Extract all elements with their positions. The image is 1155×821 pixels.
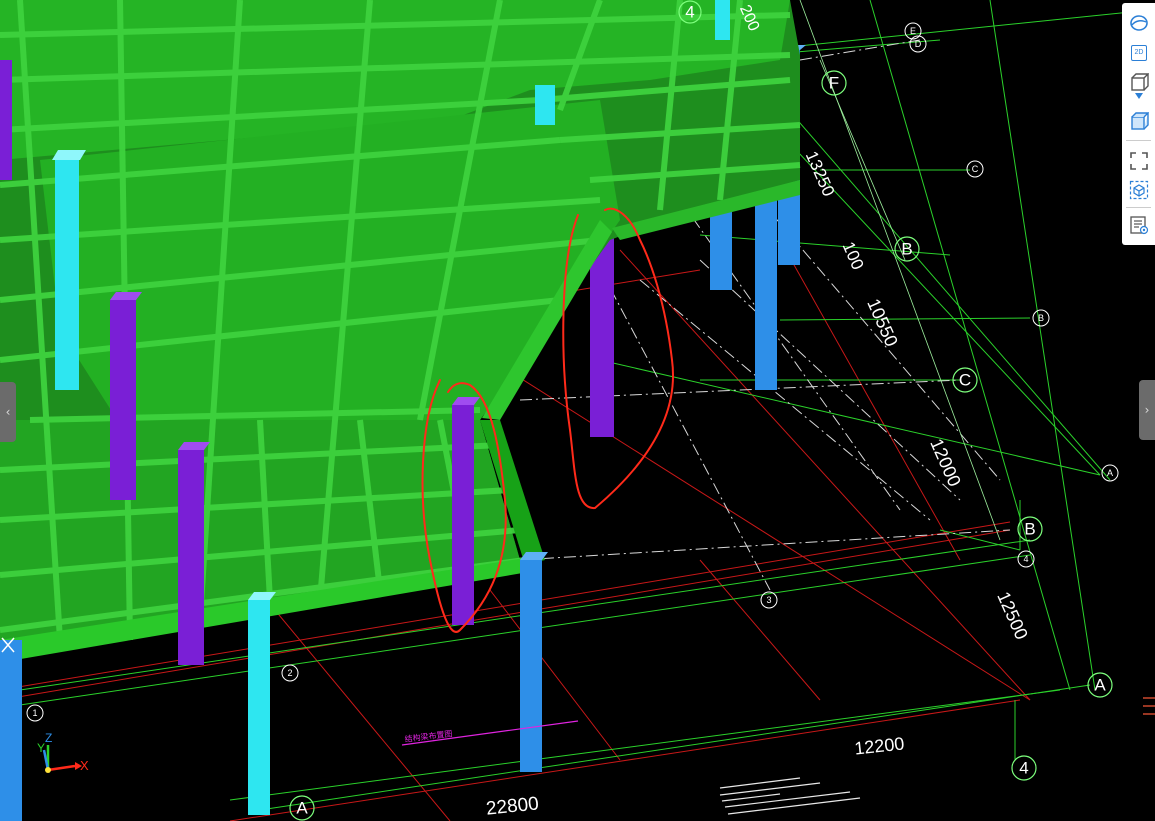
axis-bubble-4-right: 4 (1011, 755, 1037, 781)
axis-bubble-3-small: 3 (760, 591, 778, 609)
dimension-12500: 12500 (993, 589, 1032, 643)
axis-bubble-B-right: B (1017, 516, 1043, 542)
fit-screen-icon (1130, 152, 1148, 170)
right-panel-toggle[interactable]: › (1139, 380, 1155, 440)
dimension-12000: 12000 (926, 436, 965, 490)
cube-view-button[interactable] (1127, 109, 1151, 133)
properties-icon (1130, 216, 1149, 235)
dimension-10550: 10550 (863, 296, 902, 350)
svg-text:4: 4 (1023, 554, 1028, 564)
chevron-right-icon: › (1144, 403, 1150, 417)
svg-text:A: A (1107, 468, 1113, 478)
fit-screen-button[interactable] (1127, 149, 1151, 173)
axis-bubble-A-front: A (289, 795, 315, 821)
axis-triad: X Y Z (37, 731, 89, 773)
svg-text:4: 4 (685, 3, 694, 22)
notes-block (719, 777, 861, 815)
axis-bubble-B-mid: B (894, 236, 920, 262)
svg-text:B: B (901, 240, 912, 259)
svg-text:4: 4 (1019, 759, 1028, 778)
svg-text:B: B (1038, 313, 1044, 323)
magenta-annotation: 结构梁布置图 (401, 720, 579, 746)
axis-bubble-E-small: E (904, 22, 922, 40)
triad-y-label: Y (37, 741, 45, 755)
box-view-icon (1131, 73, 1149, 91)
view-2d-button[interactable]: 2D (1127, 41, 1151, 65)
dimension-12200: 12200 (853, 733, 905, 758)
view-3d-button[interactable] (1127, 11, 1151, 35)
cube-view-icon (1131, 112, 1149, 130)
dimension-22800: 22800 (485, 793, 540, 819)
svg-text:C: C (972, 164, 979, 174)
svg-text:3: 3 (766, 595, 771, 605)
svg-text:F: F (829, 74, 839, 93)
dimension-100: 100 (839, 239, 868, 273)
svg-text:D: D (915, 39, 922, 49)
view-3d-icon (1130, 15, 1148, 31)
left-panel-toggle[interactable]: ‹ (0, 382, 16, 442)
svg-text:A: A (296, 799, 308, 818)
axis-bubble-F-top: F (821, 70, 847, 96)
chevron-down-icon (1135, 93, 1143, 99)
axis-bubble-B-small: B (1032, 309, 1050, 327)
chevron-left-icon: ‹ (5, 405, 11, 419)
triad-z-label: Z (45, 731, 52, 745)
axis-bubble-C-small: C (966, 160, 984, 178)
properties-button[interactable] (1127, 213, 1151, 237)
isolate-button[interactable] (1127, 178, 1151, 202)
svg-text:E: E (910, 26, 916, 36)
view-2d-icon: 2D (1131, 45, 1147, 61)
3d-model-viewport[interactable]: A A B C B F 4 4 1 2 3 4 A B C D E 22800 … (0, 0, 1155, 821)
svg-text:2: 2 (287, 668, 292, 678)
axis-bubble-A-right: A (1087, 672, 1113, 698)
axis-bubble-1-small: 1 (26, 704, 44, 722)
box-view-dropdown[interactable] (1127, 91, 1151, 101)
isolate-icon (1129, 180, 1149, 200)
axis-bubble-D-small: D (909, 35, 927, 53)
svg-text:B: B (1024, 520, 1035, 539)
orange-marker (1143, 697, 1155, 715)
dimension-13250: 13250 (802, 148, 839, 199)
axis-bubble-2-small: 2 (281, 664, 299, 682)
svg-text:C: C (959, 371, 971, 390)
triad-x-label: X (80, 758, 89, 773)
view-toolbar: 2D (1122, 3, 1155, 245)
svg-text:A: A (1094, 676, 1106, 695)
svg-text:1: 1 (32, 708, 37, 718)
